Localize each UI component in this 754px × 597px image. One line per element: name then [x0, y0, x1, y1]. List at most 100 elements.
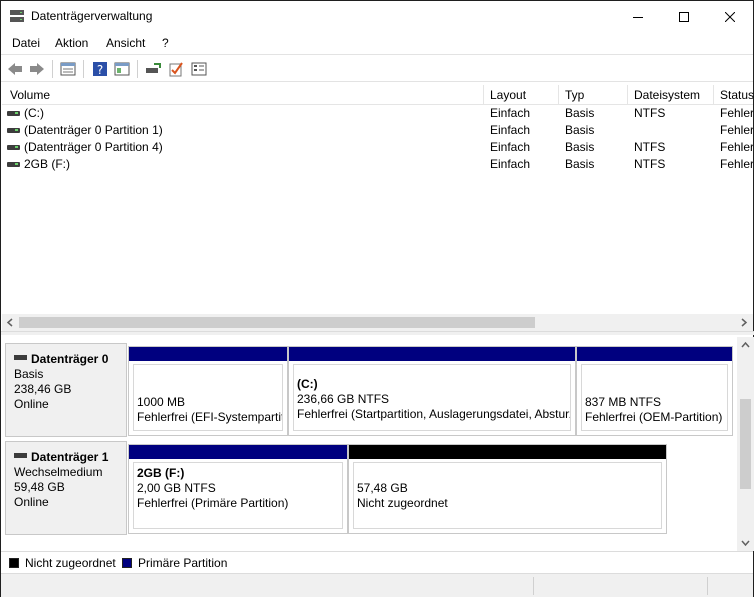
- disk-0-name: Datenträger 0: [31, 352, 109, 366]
- menu-help[interactable]: ?: [162, 36, 169, 50]
- disk-1-size: 59,48 GB: [14, 480, 65, 494]
- pane-splitter[interactable]: [1, 331, 754, 335]
- horizontal-scrollbar[interactable]: [2, 314, 753, 331]
- menu-ansicht[interactable]: Ansicht: [106, 36, 145, 50]
- title-bar[interactable]: Datenträgerverwaltung: [1, 1, 753, 32]
- partition-size: 236,66 GB NTFS: [297, 392, 390, 406]
- disk-0-type: Basis: [14, 367, 44, 381]
- partition-status: Fehlerfrei (EFI-Systempartiti: [137, 410, 283, 424]
- partition-bar: [129, 347, 287, 361]
- status-separator: [707, 577, 708, 595]
- table-row[interactable]: 2GB (F:) Einfach Basis NTFS Fehler: [2, 156, 753, 173]
- properties-icon: [191, 62, 207, 76]
- vertical-scrollbar[interactable]: [737, 337, 754, 551]
- disk-0-state: Online: [14, 397, 49, 411]
- show-list-button[interactable]: [58, 59, 78, 79]
- scroll-right-icon: [741, 318, 748, 327]
- properties-button[interactable]: [189, 59, 209, 79]
- console-icon: [114, 62, 130, 76]
- partition-f[interactable]: 2GB (F:) 2,00 GB NTFS Fehlerfrei (Primär…: [128, 444, 348, 534]
- cell-status: Fehler: [720, 106, 753, 120]
- cell-typ: Basis: [565, 106, 595, 120]
- cell-dateisystem: NTFS: [634, 157, 666, 171]
- check-icon: [169, 62, 183, 77]
- partition-bar: [349, 445, 666, 459]
- cell-layout: Einfach: [490, 106, 531, 120]
- console-button[interactable]: [112, 59, 132, 79]
- table-row[interactable]: (C:) Einfach Basis NTFS Fehler: [2, 105, 753, 122]
- scroll-left-icon: [6, 318, 13, 327]
- partition-status: Fehlerfrei (Primäre Partition): [137, 496, 289, 510]
- help-icon: ?: [93, 62, 107, 77]
- disk-management-icon: [9, 9, 25, 23]
- disk-0-label[interactable]: Datenträger 0 Basis 238,46 GB Online: [5, 343, 127, 437]
- column-header-layout[interactable]: Layout: [484, 85, 559, 105]
- disk-1-name: Datenträger 1: [31, 450, 109, 464]
- partition-unallocated[interactable]: 57,48 GB Nicht zugeordnet: [348, 444, 667, 534]
- partition-size: 2,00 GB NTFS: [137, 481, 216, 495]
- toolbar-separator: [137, 60, 138, 78]
- disk-0-size: 238,46 GB: [14, 382, 72, 396]
- cell-typ: Basis: [565, 157, 595, 171]
- cell-typ: Basis: [565, 123, 595, 137]
- show-list-icon: [60, 62, 76, 76]
- scroll-up-icon: [741, 341, 750, 348]
- maximize-button[interactable]: [661, 1, 707, 32]
- scroll-down-icon: [741, 540, 750, 547]
- disk-1-label[interactable]: Datenträger 1 Wechselmedium 59,48 GB Onl…: [5, 441, 127, 535]
- volume-list-header: Volume Layout Typ Dateisystem Status: [2, 85, 754, 105]
- legend-label: Nicht zugeordnet: [25, 556, 116, 570]
- column-header-dateisystem[interactable]: Dateisystem: [628, 85, 714, 105]
- cell-layout: Einfach: [490, 157, 531, 171]
- toolbar-separator: [52, 60, 53, 78]
- cell-status: Fehler: [720, 140, 753, 154]
- partition-oem[interactable]: 837 MB NTFS Fehlerfrei (OEM-Partition): [576, 346, 733, 436]
- cell-dateisystem: NTFS: [634, 140, 666, 154]
- column-header-typ[interactable]: Typ: [559, 85, 628, 105]
- legend-label: Primäre Partition: [138, 556, 228, 570]
- column-header-status[interactable]: Status: [714, 85, 754, 105]
- partition-efi[interactable]: 1000 MB Fehlerfrei (EFI-Systempartiti: [128, 346, 288, 436]
- status-separator: [533, 577, 534, 595]
- minimize-icon: [633, 16, 643, 18]
- help-button[interactable]: ?: [90, 59, 110, 79]
- window-title: Datenträgerverwaltung: [31, 9, 153, 23]
- rescan-disk-button[interactable]: [143, 59, 163, 79]
- cell-layout: Einfach: [490, 123, 531, 137]
- horizontal-scroll-thumb[interactable]: [19, 317, 535, 328]
- close-button[interactable]: [707, 1, 753, 32]
- menu-aktion[interactable]: Aktion: [55, 36, 88, 50]
- minimize-button[interactable]: [615, 1, 661, 32]
- close-icon: [725, 11, 735, 22]
- menu-bar: Datei Aktion Ansicht ?: [1, 32, 753, 54]
- cell-status: Fehler: [720, 123, 753, 137]
- partition-bar: [289, 347, 575, 361]
- cell-status: Fehler: [720, 157, 753, 171]
- table-row[interactable]: (Datenträger 0 Partition 4) Einfach Basi…: [2, 139, 753, 156]
- partition-bar: [129, 445, 347, 459]
- menu-datei[interactable]: Datei: [12, 36, 40, 50]
- legend-swatch-unallocated: [9, 558, 19, 568]
- cell-volume: (Datenträger 0 Partition 1): [24, 123, 163, 137]
- rescan-disk-icon: [146, 63, 161, 73]
- back-icon: [8, 63, 22, 75]
- cell-volume: 2GB (F:): [24, 157, 71, 171]
- column-header-volume[interactable]: Volume: [2, 85, 484, 105]
- legend: Nicht zugeordnet Primäre Partition: [1, 551, 753, 573]
- partition-c[interactable]: (C:) 236,66 GB NTFS Fehlerfrei (Startpar…: [288, 346, 576, 436]
- maximize-icon: [679, 11, 689, 22]
- status-bar: [1, 573, 753, 597]
- table-row[interactable]: (Datenträger 0 Partition 1) Einfach Basi…: [2, 122, 753, 139]
- cell-volume: (C:): [24, 106, 44, 120]
- partition-bar: [577, 347, 732, 361]
- check-button[interactable]: [166, 59, 186, 79]
- drive-icon: [7, 145, 20, 150]
- cell-dateisystem: NTFS: [634, 106, 666, 120]
- back-button[interactable]: [5, 59, 25, 79]
- partition-size: 57,48 GB: [357, 481, 408, 495]
- vertical-scroll-thumb[interactable]: [740, 399, 751, 489]
- forward-button[interactable]: [27, 59, 47, 79]
- partition-title: 2GB (F:): [137, 466, 185, 480]
- partition-status: Fehlerfrei (OEM-Partition): [585, 410, 723, 424]
- volume-list: Volume Layout Typ Dateisystem Status (C:…: [2, 85, 754, 331]
